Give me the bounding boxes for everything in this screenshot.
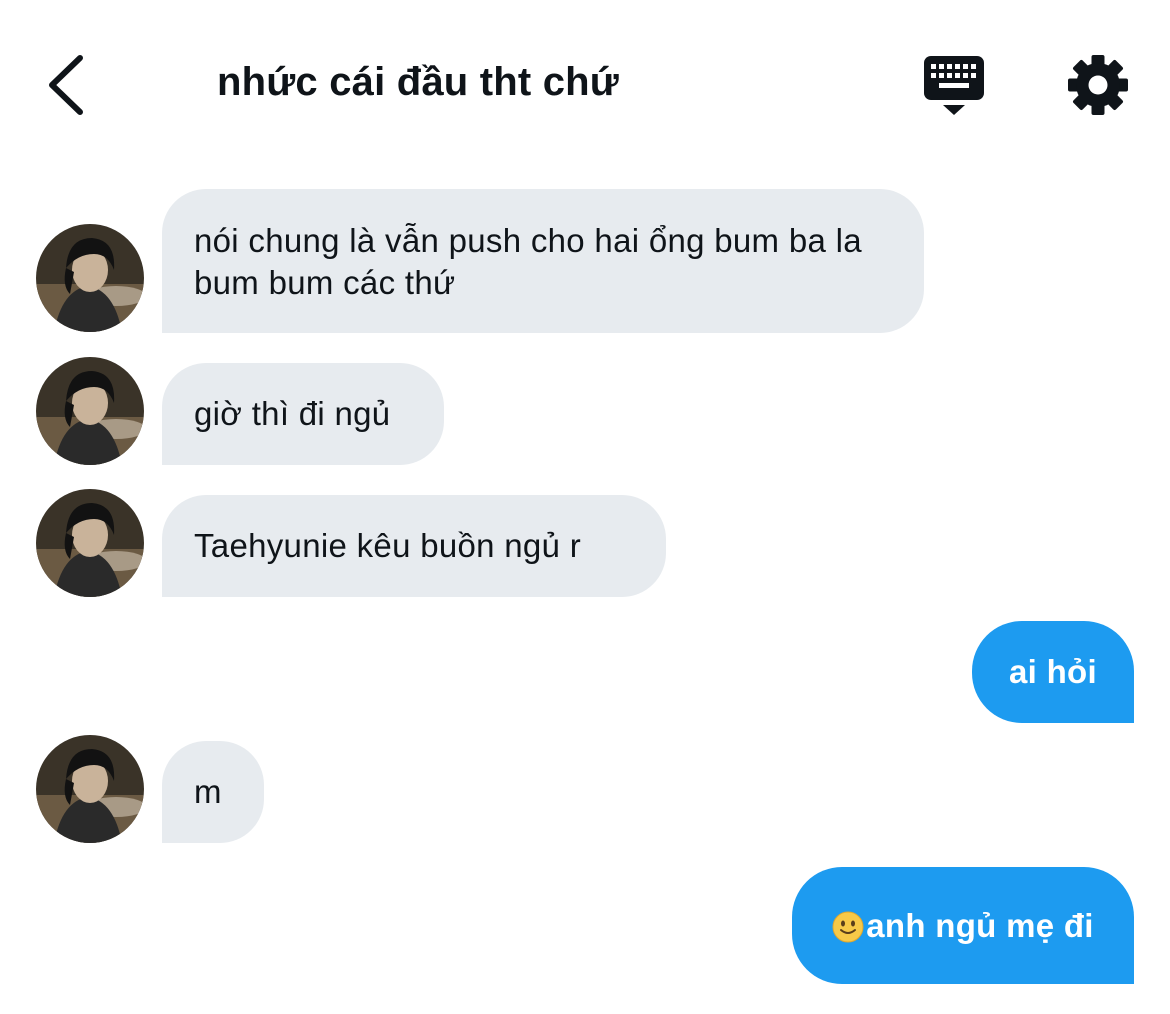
avatar[interactable] <box>36 489 144 597</box>
message-text: giờ thì đi ngủ <box>194 395 391 432</box>
message-bubble-outgoing[interactable]: anh ngủ mẹ đi <box>792 867 1134 984</box>
gear-icon <box>1068 55 1128 115</box>
message-text: nói chung là vẫn push cho hai ổng bum ba… <box>194 222 862 301</box>
message-text: anh ngủ mẹ đi <box>866 907 1094 944</box>
message-bubble-incoming[interactable]: m <box>162 741 264 843</box>
back-button[interactable] <box>40 50 100 120</box>
message-text: Taehyunie kêu buồn ngủ r <box>194 527 581 564</box>
avatar[interactable] <box>36 357 144 465</box>
avatar[interactable] <box>36 735 144 843</box>
dm-conversation-screen: nhức cái đầu tht chứ nói chung là vẫn pu… <box>0 0 1170 1014</box>
user-avatar-photo <box>36 357 144 465</box>
keyboard-icon <box>924 56 984 115</box>
message-bubble-outgoing[interactable]: ai hỏi <box>972 621 1134 723</box>
slightly-smiling-face-icon <box>832 911 864 953</box>
avatar[interactable] <box>36 224 144 332</box>
chevron-left-icon <box>49 55 83 115</box>
settings-button[interactable] <box>1066 53 1130 117</box>
message-bubble-incoming[interactable]: nói chung là vẫn push cho hai ổng bum ba… <box>162 189 924 333</box>
user-avatar-photo <box>36 735 144 843</box>
user-avatar-photo <box>36 489 144 597</box>
keyboard-toggle-button[interactable] <box>920 52 988 118</box>
conversation-title[interactable]: nhức cái đầu tht chứ <box>217 60 619 105</box>
message-bubble-incoming[interactable]: giờ thì đi ngủ <box>162 363 444 465</box>
message-text: ai hỏi <box>1009 653 1097 690</box>
user-avatar-photo <box>36 224 144 332</box>
message-bubble-incoming[interactable]: Taehyunie kêu buồn ngủ r <box>162 495 666 597</box>
conversation-header: nhức cái đầu tht chứ <box>0 0 1170 170</box>
message-text: m <box>194 773 222 810</box>
